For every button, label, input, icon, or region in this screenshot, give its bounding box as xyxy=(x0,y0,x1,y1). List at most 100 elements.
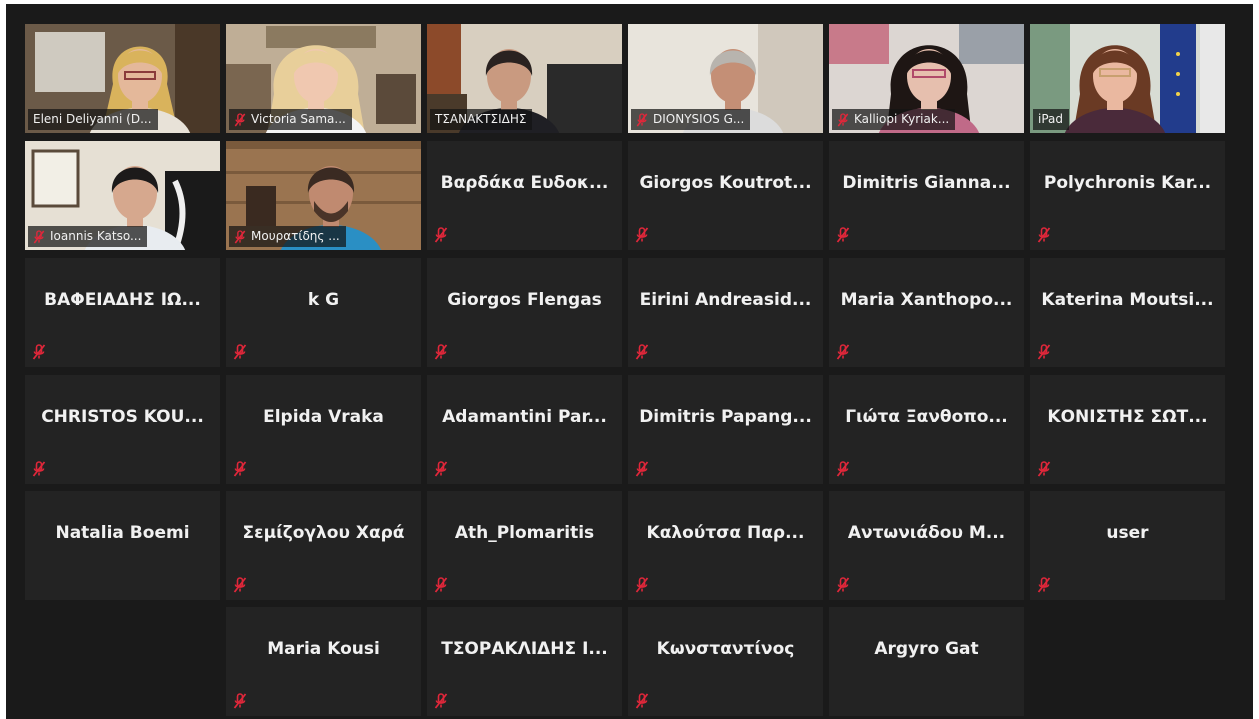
participant-tile[interactable]: ΚΟΝΙΣΤΗΣ ΣΩΤ... xyxy=(1030,375,1225,484)
muted-mic-icon xyxy=(234,112,246,126)
participant-name: Μουρατίδης ... xyxy=(251,229,340,243)
participant-name: Elpida Vraka xyxy=(263,406,384,427)
participant-name-label: Ioannis Katso... xyxy=(28,226,148,247)
participant-tile[interactable]: Katerina Moutsi... xyxy=(1030,258,1225,367)
muted-mic-icon xyxy=(635,577,649,593)
muted-mic-icon xyxy=(32,344,46,360)
participant-grid: Eleni Deliyanni (D... Victoria Sama... ΤΣΑ… xyxy=(6,4,1253,719)
participant-name: Eirini Andreasid... xyxy=(639,289,812,310)
participant-name-label: DIONYSIOS G... xyxy=(631,109,751,130)
participant-tile[interactable]: CHRISTOS KOU... xyxy=(25,375,220,484)
participant-name: Σεμίζογλου Χαρά xyxy=(242,522,405,543)
muted-mic-icon xyxy=(635,461,649,477)
participant-tile[interactable]: Eirini Andreasid... xyxy=(628,258,823,367)
participant-name: user xyxy=(1106,522,1149,543)
participant-name: iPad xyxy=(1038,112,1064,126)
participant-tile[interactable]: Maria Kousi xyxy=(226,607,421,716)
participant-name: Adamantini Par... xyxy=(442,406,607,427)
participant-tile[interactable]: Γιώτα Ξανθοπο... xyxy=(829,375,1024,484)
participant-name: Κωνσταντίνος xyxy=(656,638,795,659)
participant-tile[interactable]: Αντωνιάδου Μ... xyxy=(829,491,1024,600)
muted-mic-icon xyxy=(635,344,649,360)
participant-tile[interactable]: Dimitris Gianna... xyxy=(829,141,1024,250)
muted-mic-icon xyxy=(233,461,247,477)
participant-tile[interactable]: ΒΑΦΕΙΑΔΗΣ ΙΩ... xyxy=(25,258,220,367)
participant-name: Victoria Sama... xyxy=(251,112,346,126)
muted-mic-icon xyxy=(837,112,849,126)
muted-mic-icon xyxy=(635,227,649,243)
muted-mic-icon xyxy=(233,577,247,593)
muted-mic-icon xyxy=(1037,577,1051,593)
participant-tile[interactable]: Giorgos Koutrot... xyxy=(628,141,823,250)
participant-name-label: Eleni Deliyanni (D... xyxy=(28,109,158,130)
participant-tile[interactable]: Kalliopi Kyriak... xyxy=(829,24,1024,133)
participant-name: Argyro Gat xyxy=(874,638,979,659)
muted-mic-icon xyxy=(33,229,45,243)
participant-name: Ioannis Katso... xyxy=(50,229,142,243)
participant-name: Maria Kousi xyxy=(267,638,380,659)
participant-tile[interactable]: user xyxy=(1030,491,1225,600)
participant-tile[interactable]: Eleni Deliyanni (D... xyxy=(25,24,220,133)
participant-tile[interactable]: Polychronis Kar... xyxy=(1030,141,1225,250)
participant-name: ΤΣΟΡΑΚΛΙΔΗΣ Ι... xyxy=(441,638,608,659)
participant-name: Αντωνιάδου Μ... xyxy=(847,522,1006,543)
muted-mic-icon xyxy=(434,577,448,593)
muted-mic-icon xyxy=(434,461,448,477)
muted-mic-icon xyxy=(234,229,246,243)
participant-tile[interactable]: Natalia Boemi xyxy=(25,491,220,600)
muted-mic-icon xyxy=(1037,461,1051,477)
participant-name-label: iPad xyxy=(1033,109,1070,130)
participant-tile[interactable]: Maria Xanthopo... xyxy=(829,258,1024,367)
video-gallery: Eleni Deliyanni (D... Victoria Sama... ΤΣΑ… xyxy=(6,4,1253,719)
participant-tile[interactable]: Σεμίζογλου Χαρά xyxy=(226,491,421,600)
participant-tile[interactable]: Βαρδάκα Ευδοκ... xyxy=(427,141,622,250)
participant-tile[interactable]: DIONYSIOS G... xyxy=(628,24,823,133)
participant-tile[interactable]: Ioannis Katso... xyxy=(25,141,220,250)
participant-name: DIONYSIOS G... xyxy=(653,112,745,126)
participant-tile[interactable]: ΤΣΑΝΑΚΤΣΙΔΗΣ xyxy=(427,24,622,133)
participant-name-label: Victoria Sama... xyxy=(229,109,352,130)
muted-mic-icon xyxy=(636,112,648,126)
participant-tile[interactable]: Adamantini Par... xyxy=(427,375,622,484)
participant-name-label: Μουρατίδης ... xyxy=(229,226,346,247)
muted-mic-icon xyxy=(836,227,850,243)
participant-tile[interactable]: ΤΣΟΡΑΚΛΙΔΗΣ Ι... xyxy=(427,607,622,716)
participant-name: Katerina Moutsi... xyxy=(1041,289,1214,310)
participant-tile[interactable]: Καλούτσα Παρ... xyxy=(628,491,823,600)
participant-tile[interactable]: Elpida Vraka xyxy=(226,375,421,484)
participant-tile[interactable]: k G xyxy=(226,258,421,367)
muted-mic-icon xyxy=(836,577,850,593)
participant-name-label: Kalliopi Kyriak... xyxy=(832,109,956,130)
participant-name: Βαρδάκα Ευδοκ... xyxy=(440,172,609,193)
participant-name: ΚΟΝΙΣΤΗΣ ΣΩΤ... xyxy=(1047,406,1208,427)
participant-name: Maria Xanthopo... xyxy=(840,289,1013,310)
muted-mic-icon xyxy=(434,344,448,360)
participant-tile[interactable]: Victoria Sama... xyxy=(226,24,421,133)
participant-name: CHRISTOS KOU... xyxy=(41,406,204,427)
participant-name: Polychronis Kar... xyxy=(1043,172,1212,193)
participant-name: ΒΑΦΕΙΑΔΗΣ ΙΩ... xyxy=(44,289,201,310)
participant-tile[interactable]: Μουρατίδης ... xyxy=(226,141,421,250)
participant-name: Ath_Plomaritis xyxy=(454,522,595,543)
muted-mic-icon xyxy=(836,461,850,477)
participant-tile[interactable]: iPad xyxy=(1030,24,1225,133)
muted-mic-icon xyxy=(1037,227,1051,243)
participant-name: k G xyxy=(307,289,340,310)
participant-name: Γιώτα Ξανθοπο... xyxy=(845,406,1008,427)
muted-mic-icon xyxy=(635,693,649,709)
participant-name: Giorgos Flengas xyxy=(447,289,602,310)
participant-name: Eleni Deliyanni (D... xyxy=(33,112,152,126)
participant-tile[interactable]: Argyro Gat xyxy=(829,607,1024,716)
muted-mic-icon xyxy=(434,227,448,243)
participant-tile[interactable]: Giorgos Flengas xyxy=(427,258,622,367)
participant-name: Dimitris Gianna... xyxy=(842,172,1011,193)
participant-name: ΤΣΑΝΑΚΤΣΙΔΗΣ xyxy=(435,112,527,126)
participant-name: Giorgos Koutrot... xyxy=(639,172,812,193)
participant-name: Natalia Boemi xyxy=(55,522,190,543)
participant-name-label: ΤΣΑΝΑΚΤΣΙΔΗΣ xyxy=(430,109,533,130)
participant-tile[interactable]: Dimitris Papang... xyxy=(628,375,823,484)
participant-name: Kalliopi Kyriak... xyxy=(854,112,950,126)
muted-mic-icon xyxy=(836,344,850,360)
participant-tile[interactable]: Ath_Plomaritis xyxy=(427,491,622,600)
participant-tile[interactable]: Κωνσταντίνος xyxy=(628,607,823,716)
